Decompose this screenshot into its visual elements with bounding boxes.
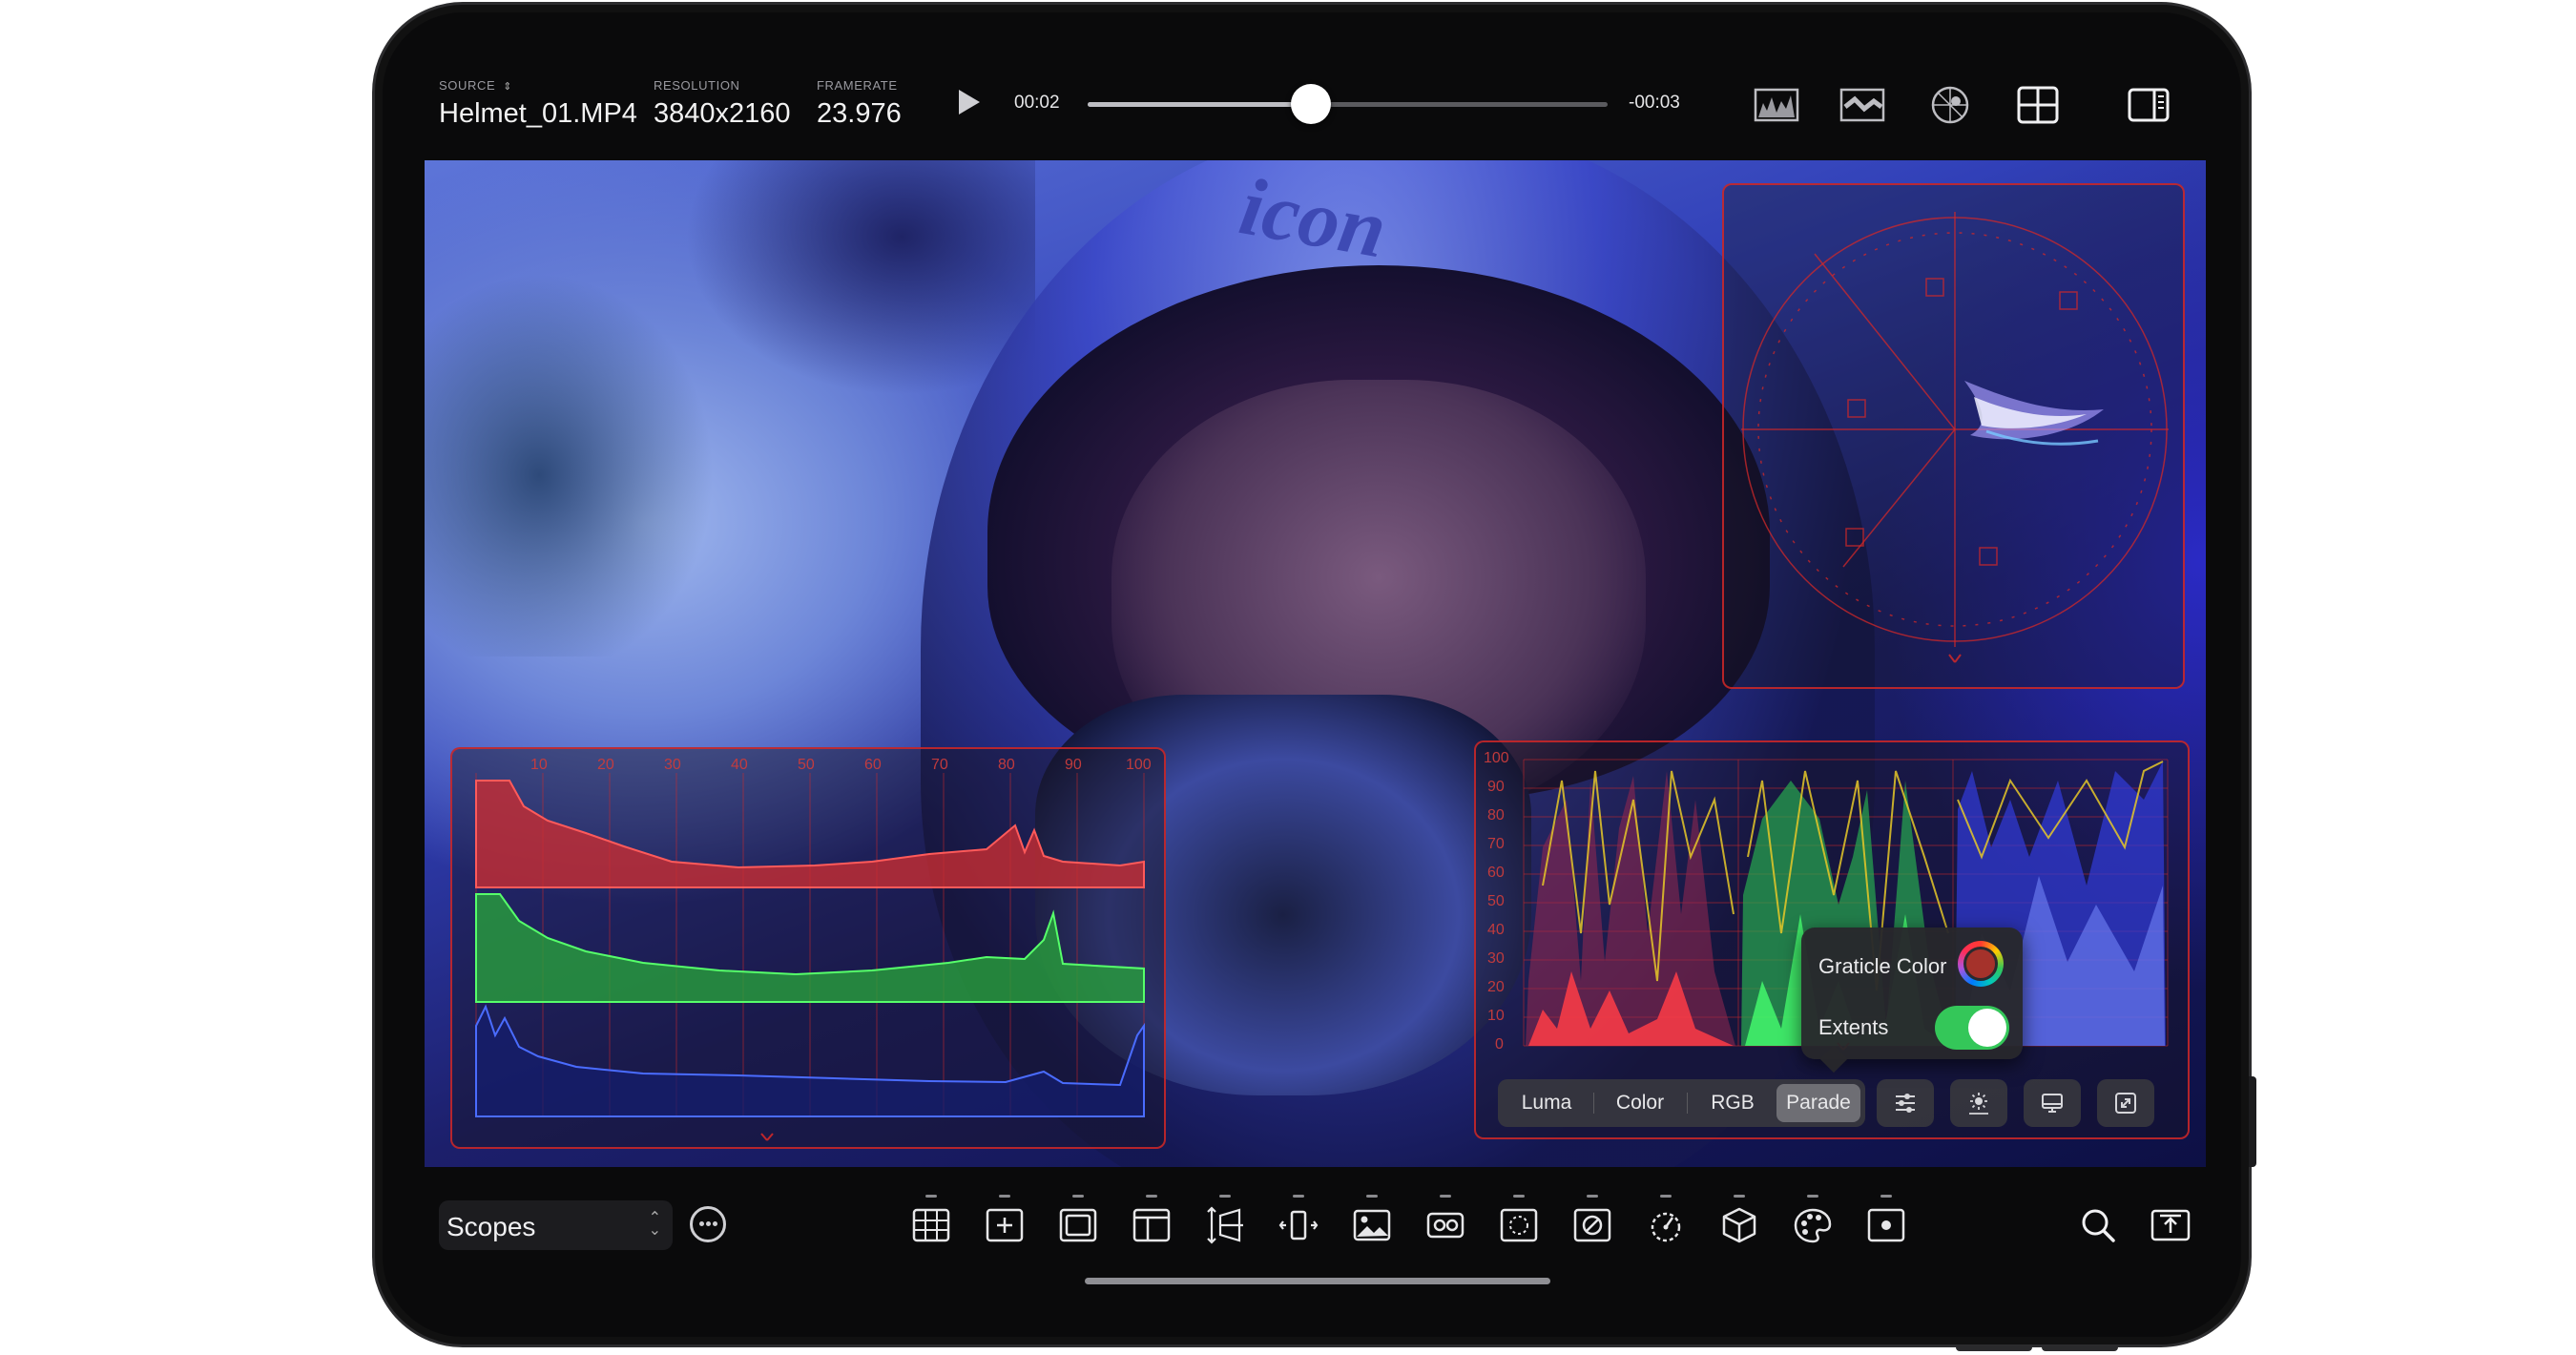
framerate-info: FRAMERATE 23.976 — [817, 78, 902, 130]
updown-chevron-icon: ⇕ — [503, 81, 513, 93]
search-icon[interactable] — [2076, 1204, 2120, 1246]
playhead-knob[interactable] — [1291, 84, 1332, 124]
segment-divider — [1687, 1093, 1688, 1114]
time-elapsed: 00:02 — [1014, 93, 1060, 113]
cube-icon[interactable] — [1717, 1195, 1761, 1246]
histogram-tick-label: 60 — [864, 757, 882, 773]
sliders-icon[interactable] — [1877, 1079, 1934, 1127]
parade-y-label: 60 — [1487, 865, 1505, 881]
monitor-icon[interactable] — [2024, 1079, 2081, 1127]
crosshair-icon[interactable] — [983, 1195, 1027, 1246]
histogram-tick-label: 80 — [998, 757, 1015, 773]
parade-y-label: 30 — [1487, 950, 1505, 967]
dial-icon[interactable] — [1644, 1195, 1688, 1246]
top-bar: SOURCE ⇕ Helmet_01.MP4 RESOLUTION 3840x21… — [0, 0, 2576, 162]
histogram-tick-label: 10 — [530, 757, 548, 773]
tab-parade[interactable]: Parade — [1776, 1084, 1860, 1122]
extents-label: Extents — [1818, 1015, 1889, 1039]
timeline-progress — [1088, 102, 1312, 107]
parade-y-label: 10 — [1487, 1008, 1505, 1024]
histogram-tick-label: 100 — [1126, 757, 1152, 773]
time-remaining: -00:03 — [1629, 93, 1680, 113]
expand-icon[interactable] — [2097, 1079, 2154, 1127]
frame-icon[interactable] — [1056, 1195, 1100, 1246]
toggle-knob — [1968, 1009, 2006, 1047]
parade-y-label: 0 — [1495, 1036, 1504, 1053]
source-selector[interactable]: SOURCE ⇕ Helmet_01.MP4 — [439, 78, 637, 130]
home-indicator[interactable] — [1085, 1278, 1550, 1284]
volume-button — [2042, 1345, 2118, 1351]
record-icon[interactable] — [1864, 1195, 1908, 1246]
tab-luma[interactable]: Luma — [1506, 1084, 1588, 1122]
tab-color[interactable]: Color — [1599, 1084, 1681, 1122]
scope-options-popover: Graticle Color Extents — [1801, 928, 2023, 1059]
framerate-value: 23.976 — [817, 98, 902, 129]
resolution-value: 3840x2160 — [654, 98, 791, 129]
resolution-info: RESOLUTION 3840x2160 — [654, 78, 791, 130]
perspective-icon[interactable] — [1203, 1195, 1247, 1246]
safe-area-icon[interactable] — [1130, 1195, 1174, 1246]
tab-rgb[interactable]: RGB — [1693, 1084, 1773, 1122]
histogram-tick-label: 50 — [798, 757, 815, 773]
grid-layout-icon[interactable] — [2015, 84, 2061, 126]
histogram-tick-label: 90 — [1065, 757, 1082, 773]
parade-y-label: 80 — [1487, 807, 1505, 823]
more-options-icon[interactable] — [690, 1206, 726, 1242]
vectorscope-panel[interactable] — [1722, 183, 2185, 689]
source-value: Helmet_01.MP4 — [439, 98, 637, 129]
parade-y-label: 20 — [1487, 979, 1505, 995]
play-icon[interactable] — [959, 90, 980, 115]
graticle-color-label: Graticle Color — [1818, 954, 1947, 978]
extents-toggle[interactable] — [1935, 1006, 2009, 1050]
histogram-tick-label: 30 — [664, 757, 681, 773]
waveform-icon[interactable] — [1754, 84, 1799, 126]
source-label: SOURCE — [439, 78, 496, 93]
histogram-tick-label: 40 — [731, 757, 748, 773]
parade-y-label: 50 — [1487, 893, 1505, 909]
brightness-icon[interactable] — [1950, 1079, 2007, 1127]
parade-y-label: 70 — [1487, 836, 1505, 852]
parade-y-label: 90 — [1487, 779, 1505, 795]
lasso-icon[interactable] — [1497, 1195, 1541, 1246]
scope-type-segmented-control: Luma Color RGB Parade — [1498, 1079, 1865, 1127]
glasses-icon[interactable] — [1423, 1195, 1467, 1246]
side-button — [2249, 1076, 2256, 1167]
cancel-circle-icon[interactable] — [1570, 1195, 1614, 1246]
updown-chevron-icon: ⌃ ⌄ — [648, 1210, 661, 1239]
palette-icon[interactable] — [1791, 1195, 1835, 1246]
histogram-tick-label: 20 — [597, 757, 614, 773]
graticle-color-well[interactable] — [1958, 941, 2004, 987]
timeline-scrubber[interactable] — [1088, 84, 1608, 124]
image-icon[interactable] — [1350, 1195, 1394, 1246]
export-icon[interactable] — [2149, 1204, 2192, 1246]
volume-button — [1956, 1345, 2032, 1351]
framerate-label: FRAMERATE — [817, 78, 898, 93]
parade-y-label: 40 — [1487, 922, 1505, 938]
histogram-tick-label: 70 — [931, 757, 948, 773]
mode-dropdown-value: Scopes — [447, 1212, 536, 1241]
vectorscope-icon[interactable] — [1927, 84, 1973, 126]
flip-icon[interactable] — [1277, 1195, 1320, 1246]
mode-dropdown[interactable]: Scopes ⌃ ⌄ — [439, 1200, 673, 1250]
grid-icon[interactable] — [909, 1195, 953, 1246]
histogram-graph — [475, 773, 1145, 1141]
parade-icon[interactable] — [1839, 84, 1885, 126]
graticle-color-swatch — [1963, 947, 1998, 981]
vectorscope-graph — [1741, 212, 2169, 663]
histogram-panel[interactable]: 10 20 30 40 50 60 70 80 90 100 — [450, 747, 1166, 1149]
sidebar-icon[interactable] — [2126, 84, 2171, 126]
resolution-label: RESOLUTION — [654, 78, 740, 93]
segment-divider — [1593, 1093, 1594, 1114]
parade-y-label: 100 — [1484, 750, 1509, 766]
